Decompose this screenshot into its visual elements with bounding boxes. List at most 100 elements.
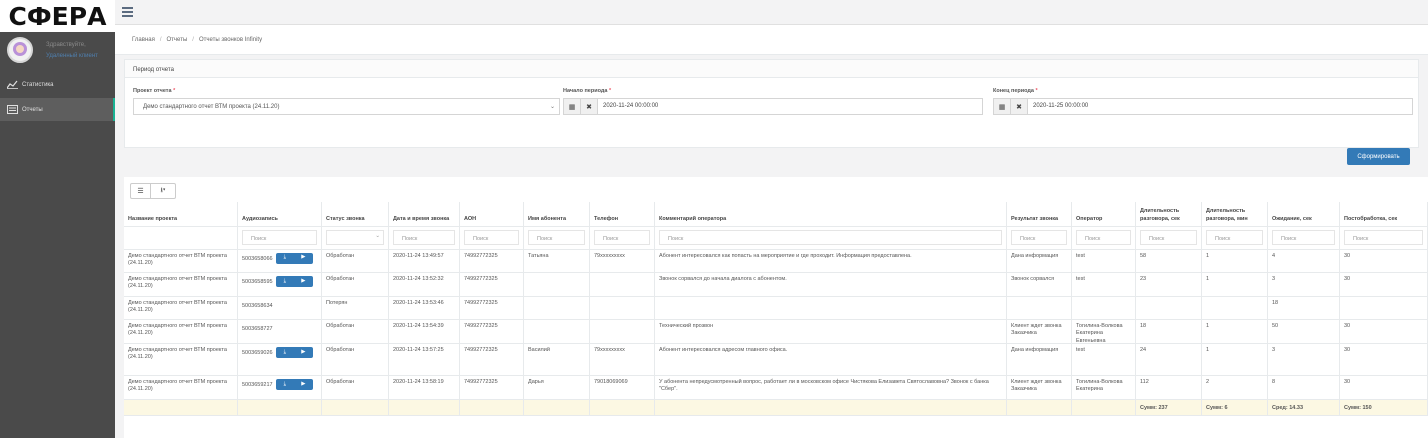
search-filter-input[interactable]: Поиск — [594, 230, 650, 245]
play-icon[interactable]: ▶ — [294, 278, 313, 285]
filter-cell: Поиск — [389, 227, 460, 250]
column-header-result[interactable]: Результат звонка — [1007, 202, 1072, 227]
col-duration-sec-cell: 58 — [1136, 249, 1202, 273]
sidebar-item-reports[interactable]: Отчеты — [0, 98, 115, 121]
column-header-phone[interactable]: Телефон — [590, 202, 655, 227]
column-header-datetime[interactable]: Дата и время звонка — [389, 202, 460, 227]
column-header-name[interactable]: Имя абонента — [524, 202, 590, 227]
col-duration-min-cell: 1 — [1202, 320, 1268, 344]
brand-logo[interactable]: СФЕРА — [0, 0, 115, 32]
column-header-comment[interactable]: Комментарий оператора — [655, 202, 1007, 227]
breadcrumb-home[interactable]: Главная — [132, 37, 155, 43]
start-date-field[interactable]: ▦ ✖ 2020-11-24 00:00:00 — [563, 98, 983, 115]
download-icon[interactable]: ⤓ — [276, 349, 295, 356]
search-filter-input[interactable]: Поиск — [1011, 230, 1067, 245]
col-phone-cell — [590, 273, 655, 297]
col-name-cell: Татьяна — [524, 249, 590, 273]
clear-icon[interactable]: ✖ — [581, 99, 598, 114]
breadcrumb-current: Отчеты звонков Infinity — [198, 37, 263, 43]
table-row: Демо стандартного отчет ВТМ проекта (24.… — [124, 273, 1428, 297]
play-icon[interactable]: ▶ — [294, 381, 313, 388]
table-row: Демо стандартного отчет ВТМ проекта (24.… — [124, 296, 1428, 320]
summary-cell: Сумм: 6 — [1202, 399, 1268, 416]
filter-cell: Поиск — [1340, 227, 1428, 250]
column-header-status[interactable]: Статус звонка — [322, 202, 389, 227]
column-header-project[interactable]: Название проекта — [124, 202, 238, 227]
col-comment-cell: Звонок сорвался до начала диалога с абон… — [655, 273, 1007, 297]
col-project-cell: Демо стандартного отчет ВТМ проекта (24.… — [124, 249, 238, 273]
list-icon — [7, 105, 18, 114]
col-datetime-cell: 2020-11-24 13:49:57 — [389, 249, 460, 273]
col-phone-cell: 79ххххххххх — [590, 344, 655, 376]
col-duration-min-cell — [1202, 296, 1268, 320]
summary-cell — [1072, 399, 1136, 416]
column-header-operator[interactable]: Оператор — [1072, 202, 1136, 227]
search-filter-input[interactable]: Поиск — [1140, 230, 1197, 245]
search-filter-input[interactable]: Поиск — [1076, 230, 1131, 245]
play-icon[interactable]: ▶ — [294, 349, 313, 356]
user-profile: Здравствуйте, Удаленный клиент — [0, 32, 115, 70]
search-filter-input[interactable]: Поиск — [1206, 230, 1263, 245]
project-select-value: Демо стандартного отчет ВТМ проекта (24.… — [143, 104, 280, 110]
column-header-postprocess[interactable]: Постобработка, сек — [1340, 202, 1428, 227]
search-filter-input[interactable]: Поиск — [464, 230, 519, 245]
col-audio-cell: 5003658595 ⤓ ▶ — [238, 273, 322, 297]
col-project-cell: Демо стандартного отчет ВТМ проекта (24.… — [124, 344, 238, 376]
search-filter-input[interactable]: Поиск — [659, 230, 1002, 245]
sidebar-item-statistics[interactable]: Статистика — [0, 73, 115, 96]
end-label: Конец периода * — [993, 88, 1038, 94]
start-date-value[interactable]: 2020-11-24 00:00:00 — [598, 99, 658, 114]
col-wait-cell: 18 — [1268, 296, 1340, 320]
status-filter-select[interactable]: ⌄ — [326, 230, 384, 245]
filter-cell: Поиск — [1072, 227, 1136, 250]
search-filter-input[interactable]: Поиск — [528, 230, 585, 245]
end-date-field[interactable]: ▦ ✖ 2020-11-25 00:00:00 — [993, 98, 1413, 115]
column-header-duration-sec[interactable]: Длительность разговора, сек — [1136, 202, 1202, 227]
clear-icon[interactable]: ✖ — [1011, 99, 1028, 114]
column-header-duration-min[interactable]: Длительность разговора, мин — [1202, 202, 1268, 227]
generate-report-button[interactable]: Сформировать — [1347, 148, 1410, 165]
filter-cell: Поиск — [524, 227, 590, 250]
export-dropdown-icon[interactable]: ⭳▾ — [151, 184, 175, 198]
filter-cell: Поиск — [590, 227, 655, 250]
search-filter-input[interactable]: Поиск — [1344, 230, 1423, 245]
search-filter-input[interactable]: Поиск — [242, 230, 317, 245]
calendar-icon[interactable]: ▦ — [994, 99, 1011, 114]
table-row: Демо стандартного отчет ВТМ проекта (24.… — [124, 320, 1428, 344]
column-header-audio[interactable]: Аудиозапись — [238, 202, 322, 227]
end-date-value[interactable]: 2020-11-25 00:00:00 — [1028, 99, 1088, 114]
col-postprocess-cell: 30 — [1340, 344, 1428, 376]
summary-cell — [124, 399, 238, 416]
columns-list-icon[interactable]: ☰ — [131, 184, 151, 198]
chevron-down-icon: ⌄ — [375, 233, 380, 239]
col-aon-cell: 74992772325 — [460, 344, 524, 376]
column-header-aon[interactable]: АОН — [460, 202, 524, 227]
avatar[interactable] — [7, 37, 33, 63]
col-audio-cell: 5003659217 ⤓ ▶ — [238, 376, 322, 400]
summary-cell: Сумм: 150 — [1340, 399, 1428, 416]
play-icon[interactable]: ▶ — [294, 254, 313, 261]
calendar-icon[interactable]: ▦ — [564, 99, 581, 114]
col-duration-sec-cell — [1136, 296, 1202, 320]
audio-controls: ⤓ ▶ — [275, 379, 313, 390]
col-project-cell: Демо стандартного отчет ВТМ проекта (24.… — [124, 320, 238, 344]
col-datetime-cell: 2020-11-24 13:53:46 — [389, 296, 460, 320]
search-filter-input[interactable]: Поиск — [1272, 230, 1335, 245]
project-select[interactable]: Демо стандартного отчет ВТМ проекта (24.… — [133, 98, 560, 115]
filter-cell: Поиск — [655, 227, 1007, 250]
col-comment-cell: Абонент интересовался как попасть на мер… — [655, 249, 1007, 273]
hamburger-menu-icon[interactable] — [122, 7, 133, 17]
col-status-cell: Обработан — [322, 320, 389, 344]
download-icon[interactable]: ⤓ — [276, 278, 295, 285]
sidebar-item-label: Отчеты — [22, 106, 43, 113]
breadcrumb-reports[interactable]: Отчеты — [167, 37, 188, 43]
column-header-wait[interactable]: Ожидание, сек — [1268, 202, 1340, 227]
summary-cell: Сред: 14.33 — [1268, 399, 1340, 416]
filter-cell: Поиск — [1007, 227, 1072, 250]
download-icon[interactable]: ⤓ — [276, 381, 295, 388]
col-wait-cell: 3 — [1268, 344, 1340, 376]
download-icon[interactable]: ⤓ — [276, 254, 295, 261]
col-result-cell: Звонок сорвался — [1007, 273, 1072, 297]
filter-cell — [124, 227, 238, 250]
search-filter-input[interactable]: Поиск — [393, 230, 455, 245]
